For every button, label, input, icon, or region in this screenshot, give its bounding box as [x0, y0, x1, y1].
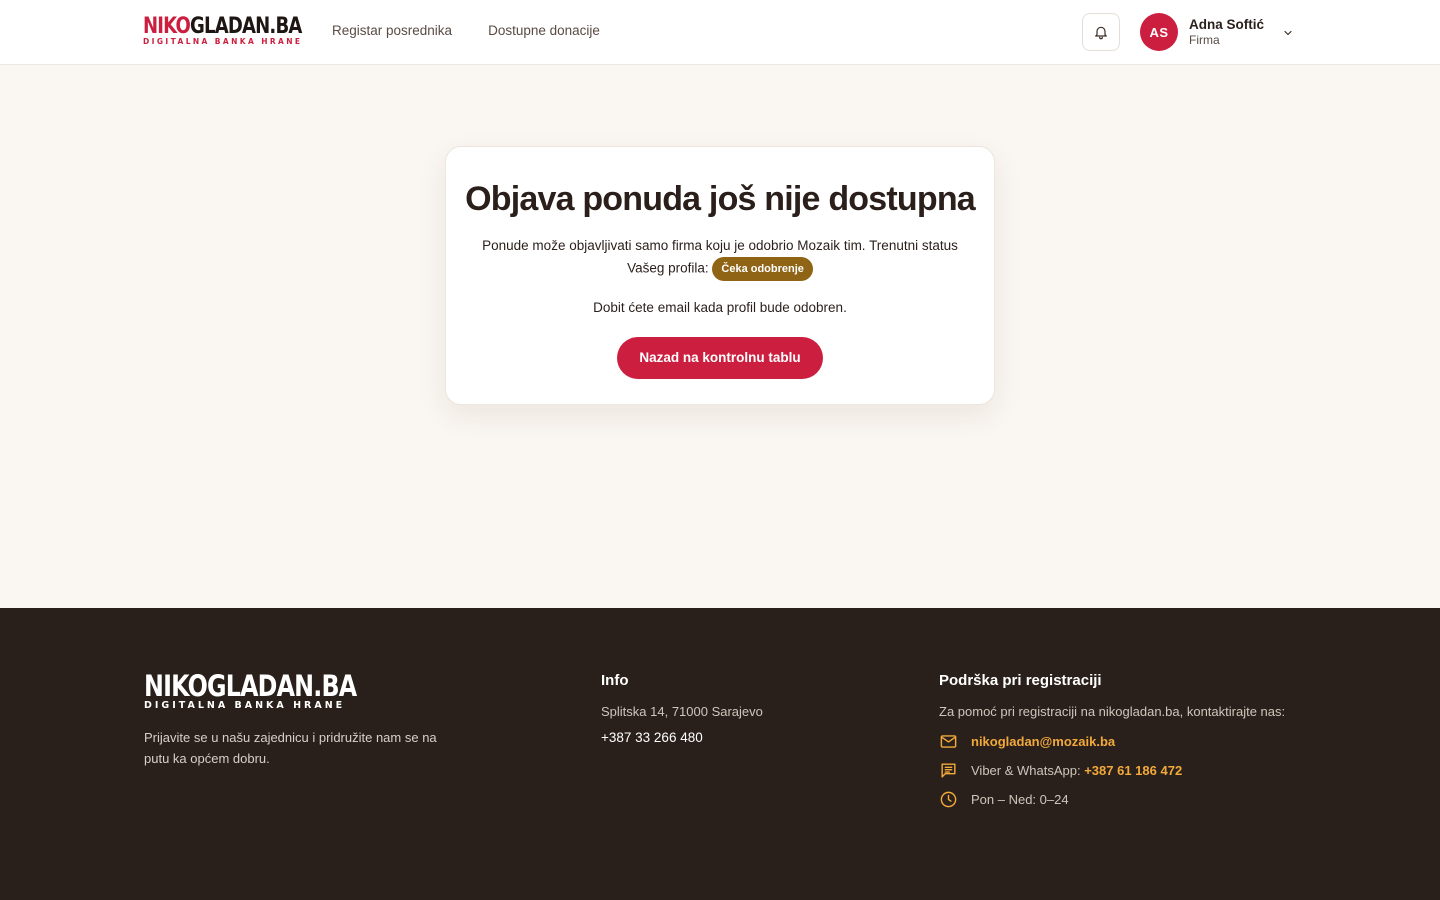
logo-wordmark: NIKOGLADAN.BA	[143, 14, 302, 39]
notifications-button[interactable]	[1082, 13, 1120, 51]
footer-phone[interactable]: +387 33 266 480	[601, 730, 763, 745]
footer-support-heading: Podrška pri registraciji	[939, 672, 1102, 689]
logo[interactable]: NIKOGLADAN.BA DIGITALNA BANKA HRANE	[143, 16, 336, 46]
user-info: Adna Softić Firma	[1189, 17, 1264, 48]
notice-card: Objava ponuda još nije dostupna Ponude m…	[445, 146, 995, 405]
footer-support-text: Za pomoć pri registraciji na nikogladan.…	[939, 704, 1286, 719]
user-role: Firma	[1189, 32, 1220, 47]
logo-subtitle: DIGITALNA BANKA HRANE	[143, 37, 303, 46]
nav-dostupne-donacije[interactable]: Dostupne donacije	[488, 23, 600, 38]
user-name: Adna Softić	[1189, 16, 1265, 32]
nav-registar-posrednika[interactable]: Registar posrednika	[332, 23, 452, 38]
page-title: Objava ponuda još nije dostupna	[465, 180, 976, 218]
bell-icon	[1095, 26, 1107, 40]
top-header: NIKOGLADAN.BA DIGITALNA BANKA HRANE Regi…	[0, 0, 1440, 65]
footer-tagline: Prijavite se u našu zajednicu i pridruži…	[144, 730, 437, 766]
mail-icon	[940, 735, 957, 748]
footer-logo[interactable]: NIKOGLADAN.BA DIGITALNA BANKA HRANE	[144, 672, 403, 711]
chat-icon	[941, 763, 956, 778]
footer-address: Splitska 14, 71000 Sarajevo	[601, 704, 763, 719]
chat-label: Viber & WhatsApp:	[971, 763, 1081, 778]
status-badge: Čeka odobrenje	[712, 257, 813, 281]
contact-hours: Pon – Ned: 0–24	[939, 790, 1289, 809]
avatar: AS	[1140, 13, 1178, 51]
clock-icon	[940, 791, 957, 808]
user-menu[interactable]: AS Adna Softić Firma	[1140, 13, 1294, 51]
support-hours: Pon – Ned: 0–24	[971, 792, 1069, 807]
chat-phone-link[interactable]: +387 61 186 472	[1084, 763, 1182, 778]
footer-info: Info Splitska 14, 71000 Sarajevo +387 33…	[601, 672, 763, 745]
footer-info-heading: Info	[601, 672, 629, 689]
footer: NIKOGLADAN.BA DIGITALNA BANKA HRANE Prij…	[0, 608, 1440, 900]
notice-text: Ponude može objavljivati samo firma koju…	[482, 235, 958, 281]
footer-support: Podrška pri registraciji Za pomoć pri re…	[939, 672, 1289, 809]
footer-logo-wordmark: NIKOGLADAN.BA	[144, 669, 357, 703]
contact-email: nikogladan@mozaik.ba	[939, 732, 1289, 751]
contact-chat: Viber & WhatsApp: +387 61 186 472	[939, 761, 1289, 780]
back-to-dashboard-button[interactable]: Nazad na kontrolnu tablu	[617, 337, 823, 379]
chevron-down-icon	[1284, 30, 1292, 36]
support-email-link[interactable]: nikogladan@mozaik.ba	[971, 734, 1115, 749]
main-nav: Registar posrednika Dostupne donacije	[332, 23, 600, 38]
email-note: Dobit ćete email kada profil bude odobre…	[593, 300, 847, 315]
